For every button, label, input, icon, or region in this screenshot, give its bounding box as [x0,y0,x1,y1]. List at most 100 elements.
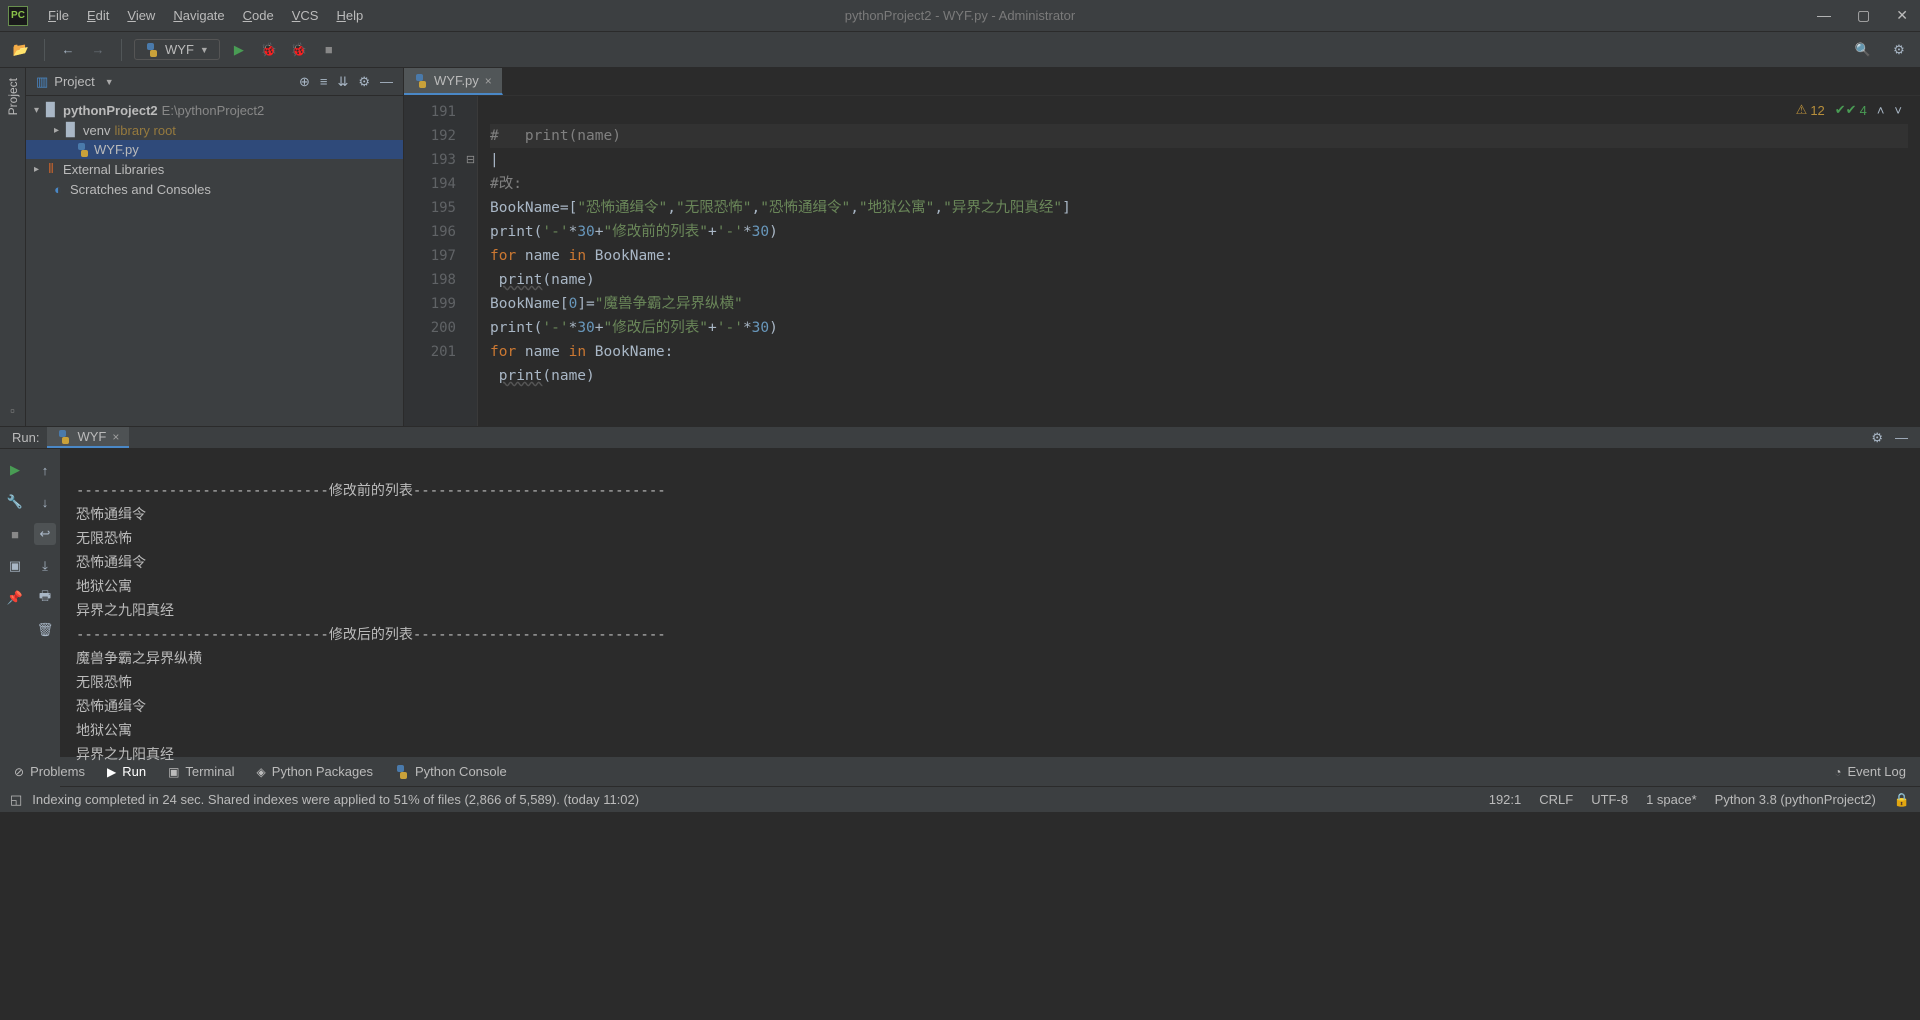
interpreter[interactable]: Python 3.8 (pythonProject2) [1715,792,1876,808]
project-tree[interactable]: ▾ ▉ pythonProject2 E:\pythonProject2 ▸ ▉… [26,96,403,203]
open-icon[interactable]: 📂 [10,39,32,61]
lock-icon[interactable]: 🔒 [1894,792,1910,808]
root-path: E:\pythonProject2 [162,103,265,118]
up-icon[interactable]: ↑ [34,459,56,481]
close-button[interactable]: ✕ [1892,7,1912,24]
fold-strip: ⊟ [464,96,478,426]
forward-icon[interactable]: → [87,39,109,61]
maximize-button[interactable]: ▢ [1853,7,1874,24]
prev-highlight-icon[interactable]: ˄ [1877,103,1885,118]
settings-icon[interactable]: ⚙ [1888,39,1910,61]
tab-label: WYF.py [434,73,479,88]
tool-python-console[interactable]: Python Console [395,764,507,779]
menubar: File Edit View Navigate Code VCS Help [40,4,371,27]
tool-python-packages[interactable]: ◈Python Packages [257,764,373,779]
panel-title: Project [54,74,94,89]
editor-tab-wyf[interactable]: WYF.py × [404,68,503,95]
python-icon [57,430,71,444]
libraries-icon: ⫴ [43,161,59,177]
stop-icon[interactable]: ■ [318,39,340,61]
search-icon[interactable]: 🔍 [1852,39,1874,61]
expand-icon[interactable]: ≡ [320,74,328,90]
chevron-right-icon: ▸ [34,164,39,175]
chevron-down-icon[interactable]: ▼ [105,77,114,87]
tree-scratches[interactable]: ◐ Scratches and Consoles [26,179,403,199]
collapse-icon[interactable]: ⇊ [337,74,348,90]
scratches-label: Scratches and Consoles [70,182,211,197]
problems-icon: ⊘ [14,765,24,779]
layout-icon[interactable]: ▣ [4,555,26,577]
window-title: pythonProject2 - WYF.py - Administrator [845,8,1075,23]
pin-icon[interactable]: 📌 [4,587,26,609]
gear-icon[interactable]: ⚙ [1871,430,1883,446]
menu-help[interactable]: Help [328,4,371,27]
tree-project-root[interactable]: ▾ ▉ pythonProject2 E:\pythonProject2 [26,100,403,120]
debug-icon[interactable]: 🐞 [258,39,280,61]
print-icon[interactable]: 🖶 [34,587,56,609]
event-log[interactable]: ◔Event Log [1834,764,1906,779]
tree-file-wyf[interactable]: WYF.py [26,140,403,159]
scroll-end-icon[interactable]: ⤓ [34,555,56,577]
titlebar: PC File Edit View Navigate Code VCS Help… [0,0,1920,32]
menu-vcs[interactable]: VCS [284,4,327,27]
code-editor[interactable]: # print(name) | #改: BookName=["恐怖通缉令","无… [478,96,1920,426]
folder-icon: ▉ [63,122,79,138]
run-panel-title: Run: [12,430,39,445]
next-highlight-icon[interactable]: ˅ [1894,103,1902,118]
editor-body[interactable]: 191 192 193 194 195 196 197 198 199 200 … [404,96,1920,426]
run-output[interactable]: ------------------------------修改前的列表----… [60,449,1920,797]
indent-info[interactable]: 1 space* [1646,792,1697,808]
external-libs-label: External Libraries [63,162,164,177]
close-run-tab-icon[interactable]: × [112,430,119,444]
venv-label: venv [83,123,110,138]
trash-icon[interactable]: 🗑 [34,619,56,641]
python-icon [395,765,409,779]
tool-window-toggle-icon[interactable]: ◱ [10,792,22,808]
project-tool-button[interactable]: Project [6,74,20,119]
run-tab-wyf[interactable]: WYF × [47,427,129,448]
ok-badge[interactable]: ✔✔ 4 [1835,102,1867,118]
hide-icon[interactable]: — [1895,430,1908,446]
stop-icon[interactable]: ■ [4,523,26,545]
scratches-icon: ◐ [50,181,66,197]
menu-edit[interactable]: Edit [79,4,117,27]
chevron-right-icon: ▸ [54,125,59,136]
root-name: pythonProject2 [63,103,158,118]
tree-external-libraries[interactable]: ▸ ⫴ External Libraries [26,159,403,179]
file-encoding[interactable]: UTF-8 [1591,792,1628,808]
back-icon[interactable]: ← [57,39,79,61]
chevron-down-icon: ▼ [200,45,209,55]
gear-icon[interactable]: ⚙ [358,74,370,90]
menu-navigate[interactable]: Navigate [165,4,232,27]
editor-inspection-status: ⚠ 12 ✔✔ 4 ˄ ˅ [1796,102,1902,118]
chevron-down-icon: ▾ [34,105,39,116]
rerun-icon[interactable]: ▶ [4,459,26,481]
menu-file[interactable]: File [40,4,77,27]
coverage-icon[interactable]: 🐞 [288,39,310,61]
terminal-icon: ▣ [168,765,179,779]
minimize-button[interactable]: — [1813,7,1835,24]
run-icon[interactable]: ▶ [228,39,250,61]
down-icon[interactable]: ↓ [34,491,56,513]
run-configuration-select[interactable]: WYF ▼ [134,39,220,60]
structure-icon[interactable]: ▫ [10,403,15,418]
menu-code[interactable]: Code [235,4,282,27]
tree-venv[interactable]: ▸ ▉ venv library root [26,120,403,140]
tool-run[interactable]: ▶Run [107,764,146,779]
soft-wrap-icon[interactable]: ↩ [34,523,56,545]
separator [121,39,122,61]
wrench-icon[interactable]: 🔧 [4,491,26,513]
tool-terminal[interactable]: ▣Terminal [168,764,234,779]
project-panel: ▥ Project ▼ ⊕ ≡ ⇊ ⚙ — ▾ ▉ pythonProject2… [26,68,404,426]
run-icon: ▶ [107,765,116,779]
tool-problems[interactable]: ⊘Problems [14,764,85,779]
warning-badge[interactable]: ⚠ 12 [1796,102,1825,118]
line-separator[interactable]: CRLF [1539,792,1573,808]
caret-position[interactable]: 192:1 [1489,792,1522,808]
python-icon [145,43,159,57]
editor-area: WYF.py × 191 192 193 194 195 196 197 198… [404,68,1920,426]
menu-view[interactable]: View [119,4,163,27]
select-open-file-icon[interactable]: ⊕ [299,74,310,90]
close-tab-icon[interactable]: × [485,74,492,88]
hide-icon[interactable]: — [380,74,393,90]
